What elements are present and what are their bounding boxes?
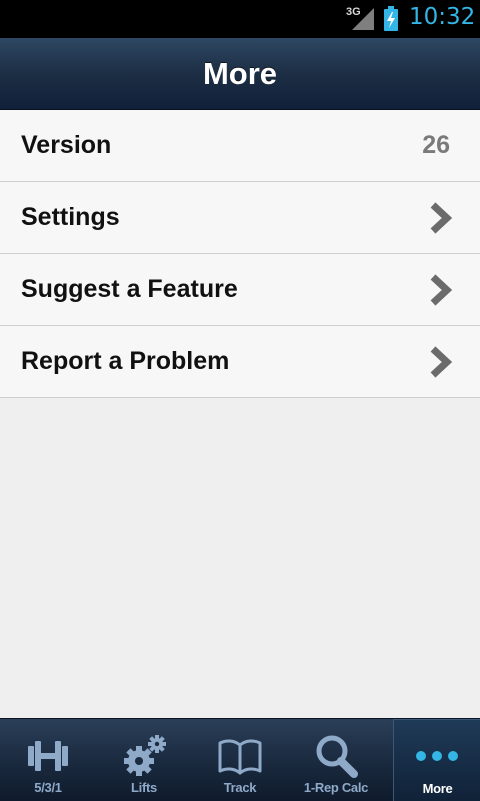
tab-label: Lifts — [131, 780, 157, 795]
tab-label: More — [422, 781, 453, 796]
menu-item-report-problem[interactable]: Report a Problem — [0, 326, 480, 398]
menu-item-label: Version — [21, 131, 112, 159]
tab-bar: 5/3/1 Lifts Track 1-Rep Calc More — [0, 718, 480, 801]
chevron-right-icon — [430, 346, 453, 378]
tab-label: Track — [223, 780, 257, 795]
title-bar: More — [0, 38, 480, 110]
barbell-icon — [28, 741, 68, 771]
menu-item-version: Version 26 — [0, 110, 480, 182]
page-title: More — [202, 56, 278, 91]
clock: 10:32 — [409, 4, 476, 30]
version-value: 26 — [422, 131, 450, 159]
battery-charging-icon — [384, 6, 398, 31]
menu-item-settings[interactable]: Settings — [0, 182, 480, 254]
tab-531[interactable]: 5/3/1 — [0, 719, 96, 801]
tab-track[interactable]: Track — [192, 719, 288, 801]
tab-1-rep-calc[interactable]: 1-Rep Calc — [288, 719, 384, 801]
menu-item-suggest-feature[interactable]: Suggest a Feature — [0, 254, 480, 326]
book-icon — [218, 739, 262, 775]
tab-lifts[interactable]: Lifts — [96, 719, 192, 801]
signal-icon — [352, 8, 374, 30]
chevron-right-icon — [430, 274, 453, 306]
search-icon — [316, 735, 358, 778]
menu-item-label: Suggest a Feature — [21, 275, 238, 303]
menu-list: Version 26 Settings Suggest a Feature Re… — [0, 110, 480, 398]
ellipsis-icon — [416, 751, 458, 761]
status-bar: 3G 10:32 — [0, 0, 480, 38]
tab-label: 1-Rep Calc — [303, 780, 369, 795]
gears-icon — [124, 735, 166, 776]
tab-more[interactable]: More — [393, 719, 480, 801]
menu-item-label: Report a Problem — [21, 347, 230, 375]
tab-label: 5/3/1 — [34, 780, 62, 795]
menu-item-label: Settings — [21, 203, 120, 231]
chevron-right-icon — [430, 202, 453, 234]
